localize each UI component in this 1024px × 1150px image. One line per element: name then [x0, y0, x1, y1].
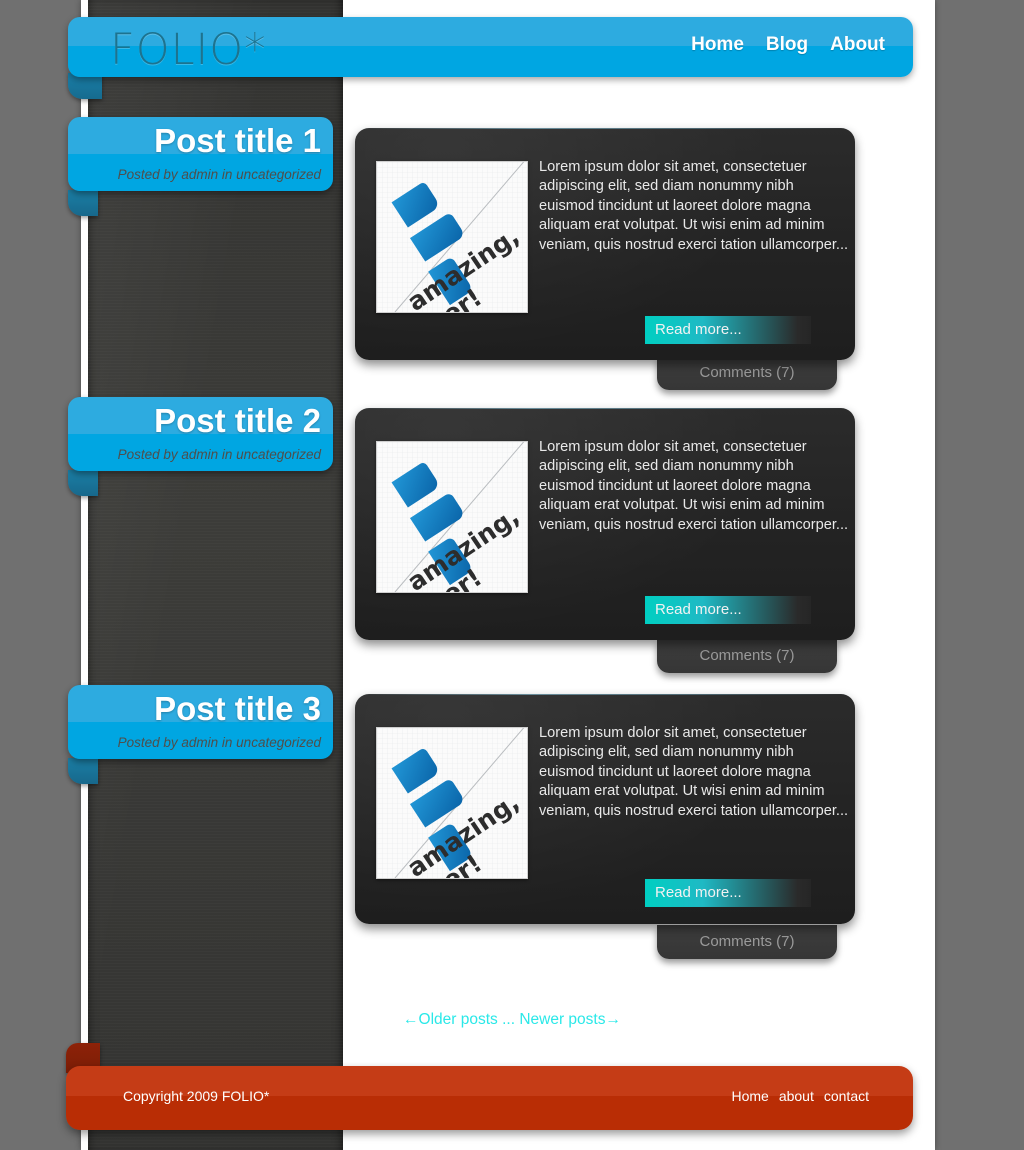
comments-tab-1[interactable]: Comments (7)	[657, 356, 837, 390]
post-excerpt-2: Lorem ipsum dolor sit amet, consectetuer…	[539, 439, 849, 533]
post-tab-fold-decoration	[68, 758, 98, 784]
post-title-2[interactable]: Post title 2	[154, 402, 321, 440]
nav-item-home[interactable]: Home	[691, 34, 744, 56]
post-tab-fold-decoration	[68, 470, 98, 496]
site-footer: Copyright 2009 FOLIO* Home about contact	[66, 1066, 913, 1130]
post-card-3: amazing, er! Lorem ipsum dolor sit amet,…	[355, 694, 855, 924]
read-more-button-2[interactable]: Read more...	[645, 596, 811, 624]
thumbnail-artwork: amazing, er!	[377, 728, 527, 878]
read-more-button-1[interactable]: Read more...	[645, 316, 811, 344]
post-title-1[interactable]: Post title 1	[154, 122, 321, 160]
footer-nav: Home about contact	[731, 1088, 869, 1104]
post-meta-2: Posted by admin in uncategorized	[117, 447, 321, 462]
footer-link-home[interactable]: Home	[731, 1088, 768, 1104]
thumbnail-artwork: amazing, er!	[377, 442, 527, 592]
post-title-3[interactable]: Post title 3	[154, 690, 321, 728]
post-tab-fold-decoration	[68, 190, 98, 216]
site-header: FOLIO* Home Blog About	[68, 17, 913, 77]
comments-tab-3[interactable]: Comments (7)	[657, 925, 837, 959]
nav-item-about[interactable]: About	[830, 34, 885, 56]
sidebar-post-tab-3[interactable]: Post title 3 Posted by admin in uncatego…	[68, 685, 333, 759]
post-meta-3: Posted by admin in uncategorized	[117, 735, 321, 750]
footer-link-about[interactable]: about	[779, 1088, 814, 1104]
main-nav: Home Blog About	[691, 34, 885, 56]
footer-copyright: Copyright 2009 FOLIO*	[123, 1088, 270, 1104]
pagination-separator: ...	[497, 1011, 520, 1028]
footer-link-contact[interactable]: contact	[824, 1088, 869, 1104]
pagination: ←Older posts ... Newer posts→	[0, 1011, 1024, 1029]
post-thumbnail-3[interactable]: amazing, er!	[376, 727, 528, 879]
sidebar-post-tab-2[interactable]: Post title 2 Posted by admin in uncatego…	[68, 397, 333, 471]
comments-tab-2[interactable]: Comments (7)	[657, 639, 837, 673]
post-card-2: amazing, er! Lorem ipsum dolor sit amet,…	[355, 408, 855, 640]
post-excerpt-3: Lorem ipsum dolor sit amet, consectetuer…	[539, 725, 849, 819]
post-card-1: amazing, er! Lorem ipsum dolor sit amet,…	[355, 128, 855, 360]
post-meta-1: Posted by admin in uncategorized	[117, 167, 321, 182]
page-root: FOLIO* Home Blog About Post title 1 Post…	[0, 0, 1024, 1150]
post-excerpt-1: Lorem ipsum dolor sit amet, consectetuer…	[539, 159, 849, 253]
post-thumbnail-2[interactable]: amazing, er!	[376, 441, 528, 593]
site-logo: FOLIO*	[110, 25, 267, 75]
sidebar-post-tab-1[interactable]: Post title 1 Posted by admin in uncatego…	[68, 117, 333, 191]
older-posts-link[interactable]: ←Older posts	[403, 1011, 498, 1028]
newer-posts-link[interactable]: Newer posts→	[519, 1011, 621, 1028]
read-more-button-3[interactable]: Read more...	[645, 879, 811, 907]
thumbnail-artwork: amazing, er!	[377, 162, 527, 312]
post-thumbnail-1[interactable]: amazing, er!	[376, 161, 528, 313]
nav-item-blog[interactable]: Blog	[766, 34, 808, 56]
